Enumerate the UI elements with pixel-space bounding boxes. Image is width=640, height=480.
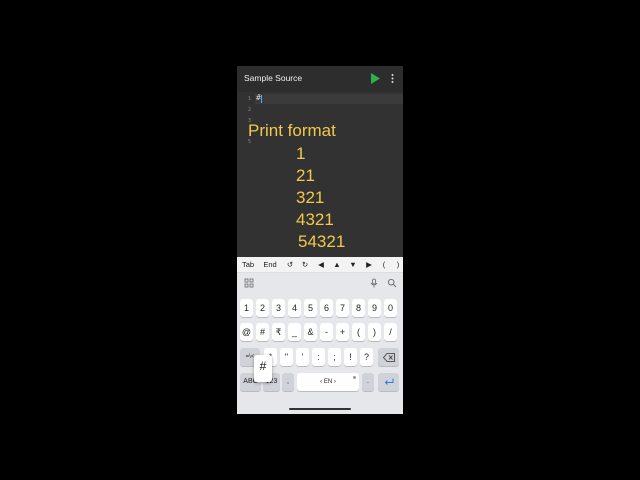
key-close-paren[interactable]: ): [368, 323, 381, 341]
app-title: Sample Source: [244, 73, 303, 83]
key-7[interactable]: 7: [336, 299, 349, 317]
key-single-quote[interactable]: ': [296, 348, 309, 366]
line-number: 1: [248, 96, 252, 102]
key-semicolon[interactable]: ;: [328, 348, 341, 366]
key-minus[interactable]: -: [320, 323, 333, 341]
period-key[interactable]: .: [362, 373, 374, 391]
arrow-right-key[interactable]: ▶: [363, 259, 375, 271]
key-2[interactable]: 2: [256, 299, 269, 317]
close-paren-key[interactable]: ): [393, 259, 403, 271]
key-4[interactable]: 4: [288, 299, 301, 317]
apps-grid-icon[interactable]: [244, 278, 254, 288]
key-preview-popup: #: [254, 355, 272, 382]
key-underscore[interactable]: _: [288, 323, 301, 341]
key-at[interactable]: @: [240, 323, 253, 341]
key-8[interactable]: 8: [352, 299, 365, 317]
end-key[interactable]: End: [261, 259, 279, 271]
open-paren-key[interactable]: (: [379, 259, 389, 271]
code-editor[interactable]: 1 2 3 5 # Print format 1 21 321 4321 543…: [237, 92, 403, 257]
line-number: 2: [248, 107, 252, 113]
soft-keyboard: 1 2 3 4 5 6 7 8 9 0 @ # ₹ _ & - + ( ) / …: [237, 273, 403, 414]
phone-screen: Sample Source 1 2 3 5 # Print format 1 2…: [237, 66, 403, 414]
key-colon[interactable]: :: [312, 348, 325, 366]
key-hash[interactable]: #: [256, 323, 269, 341]
redo-key[interactable]: ↻: [299, 259, 311, 271]
key-rupee[interactable]: ₹: [272, 323, 285, 341]
key-exclamation[interactable]: !: [344, 348, 357, 366]
key-3[interactable]: 3: [272, 299, 285, 317]
enter-icon: [384, 378, 393, 385]
arrow-up-key[interactable]: ▲: [331, 259, 343, 271]
overlay-line: 4321: [296, 210, 334, 229]
space-key[interactable]: ‹ EN ›: [297, 373, 359, 391]
tab-key[interactable]: Tab: [239, 259, 257, 271]
key-1[interactable]: 1: [240, 299, 253, 317]
overlay-title: Print format: [248, 121, 336, 140]
backspace-key[interactable]: [378, 348, 399, 366]
key-open-paren[interactable]: (: [352, 323, 365, 341]
overlay-line: 321: [296, 188, 325, 207]
arrow-left-key[interactable]: ◀: [315, 259, 327, 271]
key-double-quote[interactable]: ": [280, 348, 293, 366]
app-bar: Sample Source: [237, 66, 403, 92]
search-icon[interactable]: [387, 278, 397, 288]
key-question[interactable]: ?: [360, 348, 373, 366]
run-icon[interactable]: [370, 73, 380, 84]
key-ampersand[interactable]: &: [304, 323, 317, 341]
overlay-line: 1: [296, 144, 306, 163]
key-plus[interactable]: +: [336, 323, 349, 341]
arrow-down-key[interactable]: ▼: [347, 259, 359, 271]
home-indicator[interactable]: [289, 408, 351, 410]
key-0[interactable]: 0: [384, 299, 397, 317]
key-slash[interactable]: /: [384, 323, 397, 341]
key-5[interactable]: 5: [304, 299, 317, 317]
current-line-highlight: [255, 94, 403, 104]
microphone-icon[interactable]: [369, 278, 379, 288]
key-9[interactable]: 9: [368, 299, 381, 317]
backspace-icon: [382, 353, 395, 362]
text-caret: [261, 95, 262, 103]
overlay-line: 54321: [298, 232, 346, 251]
enter-key[interactable]: [378, 373, 399, 391]
overlay-line: 21: [296, 166, 315, 185]
comma-key[interactable]: ,: [282, 373, 294, 391]
undo-key[interactable]: ↺: [284, 259, 296, 271]
more-options-icon[interactable]: [390, 73, 395, 84]
extra-keys-bar: Tab End ↺ ↻ ◀ ▲ ▼ ▶ ( ): [237, 257, 403, 273]
space-hint-dot: [353, 376, 356, 379]
key-6[interactable]: 6: [320, 299, 333, 317]
